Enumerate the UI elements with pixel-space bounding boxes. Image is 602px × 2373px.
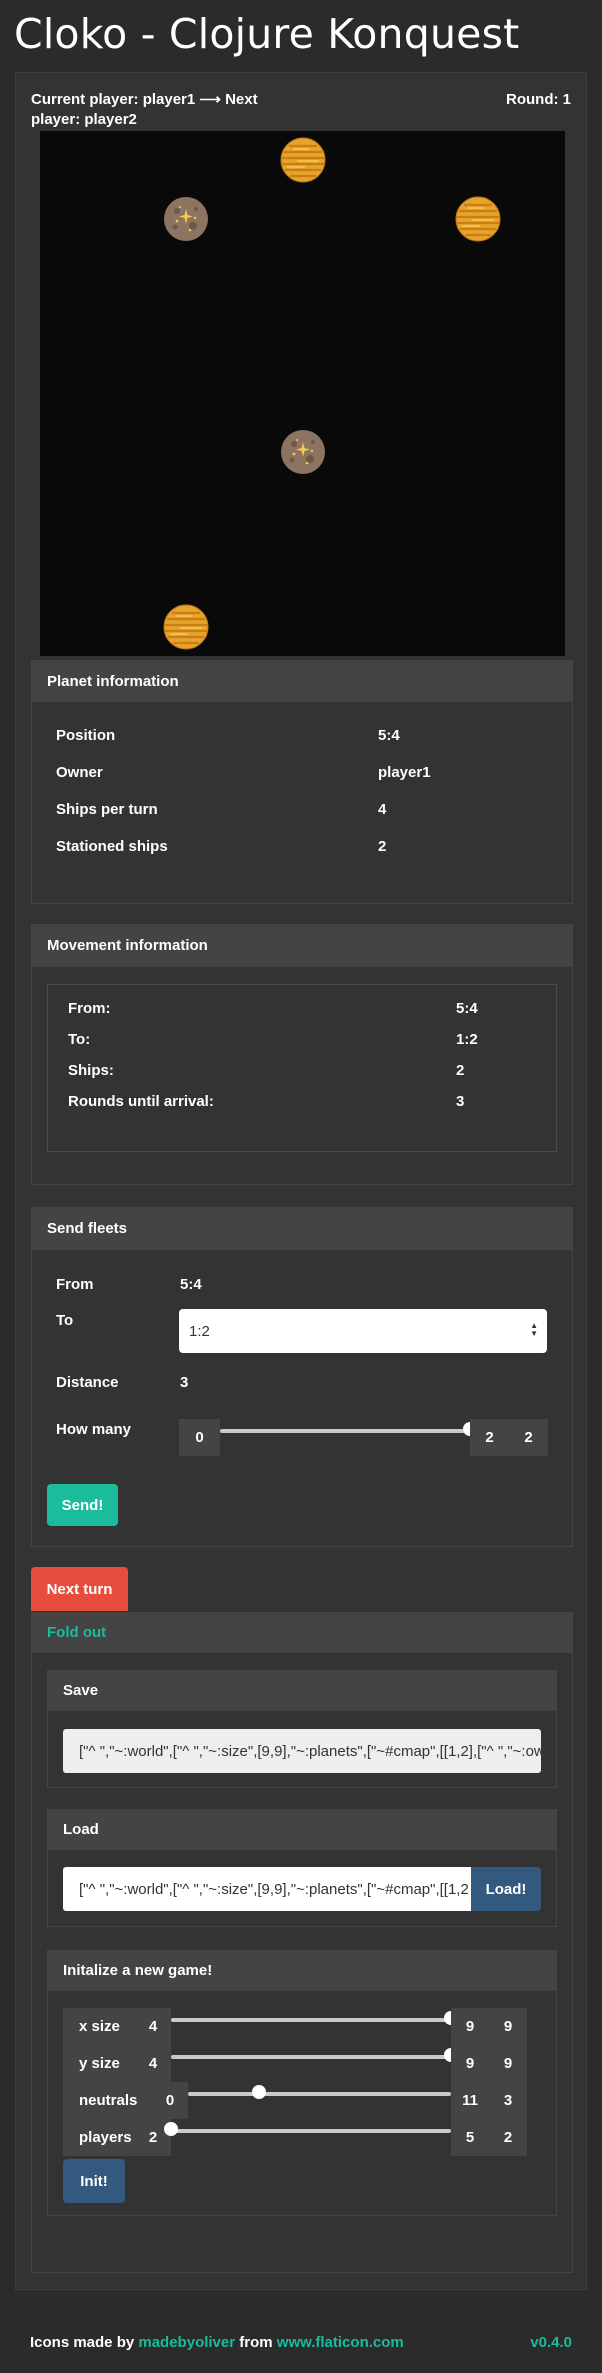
- init-slider-value: 2: [489, 2119, 527, 2156]
- send-fleets-panel: Send fleets From 5:4 To 1:2 ▲ ▼ Distance …: [31, 1207, 573, 1547]
- footer-icons-made-by: Icons made by: [30, 2334, 135, 2351]
- footer-site-link[interactable]: www.flaticon.com: [277, 2334, 404, 2351]
- round-counter: Round: 1: [506, 91, 571, 108]
- init-slider-min: 4: [135, 2045, 171, 2082]
- planet-info-label: Position: [56, 727, 116, 744]
- golden-planet-icon[interactable]: [279, 136, 327, 184]
- save-panel: Save ["^ ","~:world",["^ ","~:size",[9,9…: [47, 1670, 557, 1788]
- init-slider-knob[interactable]: [164, 2122, 178, 2136]
- init-slider-value: 9: [489, 2008, 527, 2045]
- golden-planet-icon[interactable]: [454, 195, 502, 243]
- init-slider-label: neutrals: [63, 2082, 152, 2119]
- movement-info-panel: Movement information From: 5:4 To: 1:2 Ships…: [31, 924, 573, 1185]
- init-button[interactable]: Init!: [63, 2159, 125, 2203]
- load-header: Load: [48, 1810, 556, 1850]
- movement-info-value: 1:2: [456, 1031, 478, 1048]
- neutral-planet-icon[interactable]: [162, 195, 210, 243]
- from-label: From: [56, 1276, 94, 1293]
- init-slider-knob[interactable]: [252, 2085, 266, 2099]
- init-slider-max: 11: [451, 2082, 489, 2119]
- movement-info-box: From: 5:4 To: 1:2 Ships: 2 Rounds until arriva…: [47, 984, 557, 1152]
- save-header: Save: [48, 1671, 556, 1711]
- init-slider-max: 9: [451, 2008, 489, 2045]
- init-slider-value: 3: [489, 2082, 527, 2119]
- game-container: Current player: player1 ⟶ Next player: p…: [15, 72, 587, 2290]
- to-select[interactable]: 1:2 ▲ ▼: [179, 1309, 547, 1353]
- init-slider-value: 9: [489, 2045, 527, 2082]
- init-slider-min: 0: [152, 2082, 188, 2119]
- planet-info-panel: Planet information Position 5:4 Owner playe…: [31, 660, 573, 904]
- movement-info-header: Movement information: [32, 925, 572, 967]
- planet-info-value: player1: [378, 764, 431, 781]
- movement-info-value: 2: [456, 1062, 465, 1079]
- movement-info-label: Ships:: [68, 1062, 114, 1079]
- movement-info-label: From:: [68, 1000, 111, 1017]
- init-slider-min: 4: [135, 2008, 171, 2045]
- galaxy-map[interactable]: [40, 131, 565, 656]
- init-slider-track[interactable]: [171, 2129, 451, 2133]
- fold-out-panel: Fold out Save ["^ ","~:world",["^ ","~:s…: [31, 1612, 573, 2273]
- current-player-status: Current player: player1 ⟶ Next player: p…: [31, 91, 258, 128]
- save-textarea[interactable]: ["^ ","~:world",["^ ","~:size",[9,9],"~:…: [63, 1729, 541, 1773]
- how-many-min: 0: [179, 1419, 220, 1456]
- footer-credits: Icons made by madebyoliver from www.flat…: [30, 2334, 404, 2351]
- movement-info-value: 5:4: [456, 1000, 478, 1017]
- app-title: Cloko - Clojure Konquest: [14, 10, 520, 58]
- send-button[interactable]: Send!: [47, 1484, 118, 1526]
- neutral-planet-icon[interactable]: [279, 428, 327, 476]
- to-select-value: 1:2: [189, 1322, 210, 1340]
- init-header: Initalize a new game!: [48, 1951, 556, 1991]
- init-slider-label: players: [63, 2119, 135, 2156]
- version-label: v0.4.0: [530, 2334, 572, 2351]
- movement-info-label: Rounds until arrival:: [68, 1093, 214, 1110]
- planet-info-label: Ships per turn: [56, 801, 158, 818]
- from-value: 5:4: [180, 1276, 202, 1293]
- how-many-max: 2: [470, 1419, 509, 1456]
- planet-info-value: 5:4: [378, 727, 400, 744]
- init-slider-track[interactable]: [188, 2092, 451, 2096]
- distance-value: 3: [180, 1374, 189, 1391]
- distance-label: Distance: [56, 1374, 119, 1391]
- load-button[interactable]: Load!: [471, 1867, 541, 1911]
- planet-info-label: Stationed ships: [56, 838, 168, 855]
- movement-info-label: To:: [68, 1031, 91, 1048]
- how-many-slider-track[interactable]: [220, 1429, 470, 1433]
- send-fleets-header: Send fleets: [32, 1208, 572, 1250]
- next-turn-button[interactable]: Next turn: [31, 1567, 128, 1611]
- init-slider-label: y size: [63, 2045, 135, 2082]
- init-slider-track[interactable]: [171, 2055, 451, 2059]
- planet-info-value: 2: [378, 838, 387, 855]
- planet-info-header: Planet information: [32, 661, 572, 702]
- golden-planet-icon[interactable]: [162, 603, 210, 651]
- planet-info-label: Owner: [56, 764, 103, 781]
- init-slider-label: x size: [63, 2008, 135, 2045]
- select-arrows-icon: ▲ ▼: [530, 1321, 538, 1338]
- fold-out-toggle[interactable]: Fold out: [32, 1613, 572, 1653]
- to-label: To: [56, 1312, 74, 1329]
- load-input[interactable]: ["^ ","~:world",["^ ","~:size",[9,9],"~:…: [63, 1867, 471, 1911]
- init-slider-max: 9: [451, 2045, 489, 2082]
- init-slider-max: 5: [451, 2119, 489, 2156]
- movement-info-value: 3: [456, 1093, 465, 1110]
- footer-from: from: [239, 2334, 273, 2351]
- load-panel: Load ["^ ","~:world",["^ ","~:size",[9,9…: [47, 1809, 557, 1927]
- how-many-value: 2: [509, 1419, 548, 1456]
- init-panel: Initalize a new game! x size 4 9 9 y size 4 9 9…: [47, 1950, 557, 2216]
- init-slider-track[interactable]: [171, 2018, 451, 2022]
- how-many-label: How many: [56, 1421, 132, 1438]
- planet-info-value: 4: [378, 801, 387, 818]
- footer-author-link[interactable]: madebyoliver: [138, 2334, 235, 2351]
